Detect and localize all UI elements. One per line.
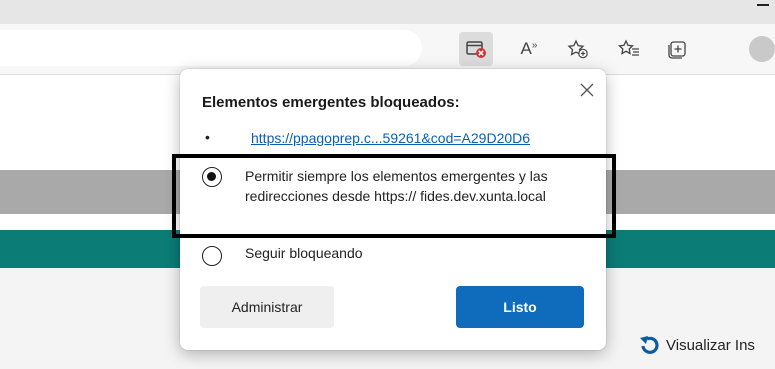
popup-blocked-glyph	[466, 41, 486, 58]
read-aloud-icon[interactable]: A»	[512, 32, 546, 66]
star-plus-glyph	[567, 39, 588, 59]
undo-arrow-icon	[640, 336, 659, 354]
keep-blocking-label[interactable]: Seguir bloqueando	[245, 243, 363, 263]
blocked-popup-link[interactable]: https://ppagoprep.c...59261&cod=A29D20D6	[251, 130, 530, 146]
address-bar[interactable]	[0, 30, 422, 66]
done-button[interactable]: Listo	[456, 286, 584, 328]
list-bullet: •	[205, 129, 210, 145]
read-aloud-glyph: A	[520, 39, 532, 58]
profile-avatar[interactable]	[749, 36, 775, 62]
dialog-title: Elementos emergentes bloqueados:	[202, 94, 460, 111]
visualizar-link[interactable]: Visualizar Ins	[638, 334, 755, 356]
star-lines-glyph	[618, 39, 639, 56]
collections-icon[interactable]	[661, 32, 695, 66]
close-icon	[580, 83, 594, 97]
favorites-icon[interactable]	[612, 32, 646, 66]
minimize-icon[interactable]	[757, 4, 769, 6]
read-aloud-superscript: »	[531, 39, 538, 51]
collections-glyph	[668, 41, 686, 59]
browser-toolbar: A»	[0, 24, 775, 75]
keep-blocking-radio[interactable]	[202, 246, 222, 266]
visualizar-label: Visualizar Ins	[666, 336, 755, 354]
popup-blocked-icon[interactable]	[459, 32, 493, 66]
add-favorite-icon[interactable]	[561, 32, 595, 66]
manage-button[interactable]: Administrar	[200, 286, 334, 328]
annotation-highlight-box	[172, 154, 616, 238]
close-button[interactable]	[576, 79, 598, 101]
window-top-strip	[0, 0, 775, 24]
